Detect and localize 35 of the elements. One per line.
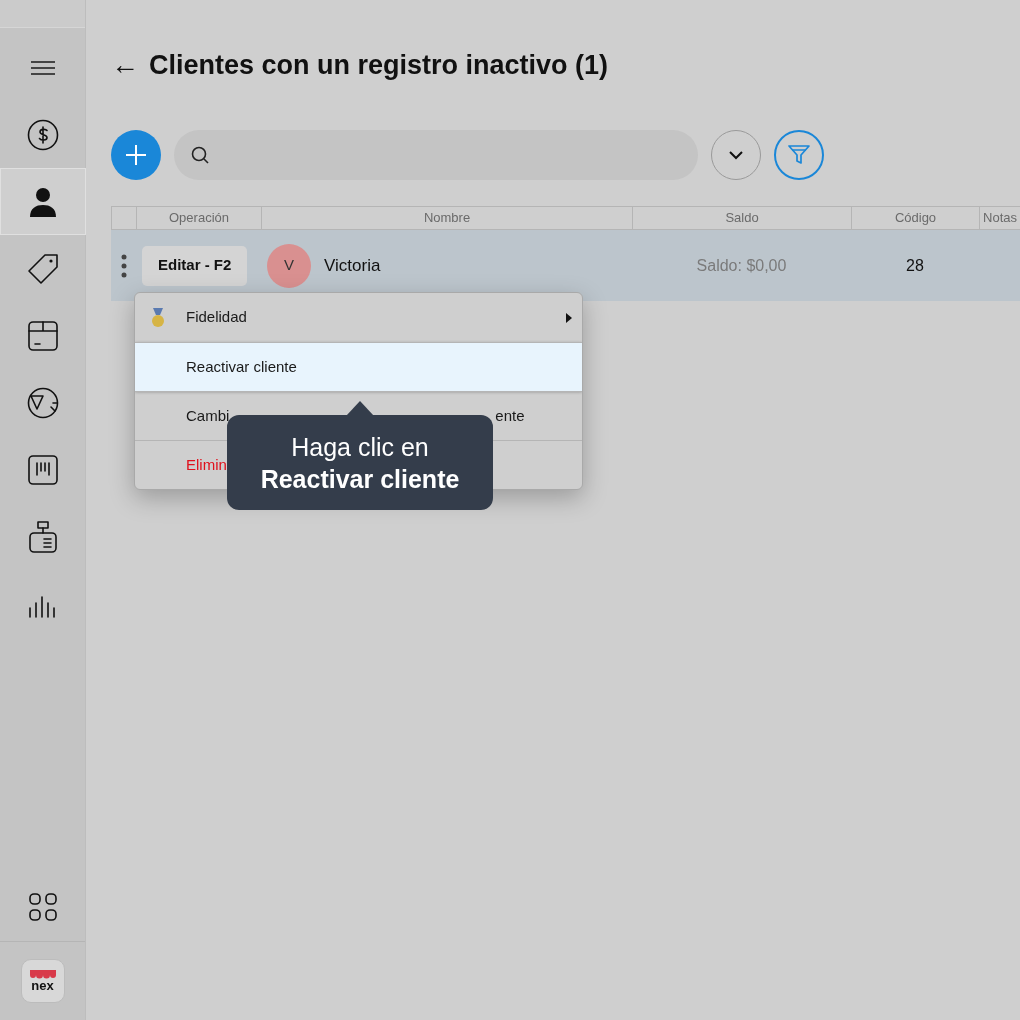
balance-text: Saldo: $0,00 [696,255,787,276]
search-field[interactable] [174,130,698,180]
avatar: V [267,243,311,288]
plus-icon [125,144,147,166]
column-header[interactable]: Código [894,208,937,228]
column-header[interactable]: Saldo [725,208,759,228]
tag-icon[interactable] [26,252,59,285]
column-header[interactable]: Operación [169,208,229,228]
app-logo[interactable]: nex [20,959,65,1003]
edit-button[interactable]: Editar - F2 [142,245,248,286]
search-icon [191,146,209,164]
box-icon[interactable] [27,320,58,351]
table-row[interactable]: Editar - F2 V Victoria Saldo: $0,00 28 [111,230,1020,301]
globe-icon[interactable] [26,386,59,419]
column-header[interactable]: Nombre [423,208,471,228]
menu-item[interactable]: Reactivar cliente [135,342,582,391]
medal-icon [150,307,166,328]
barcode-icon[interactable] [27,454,58,485]
column-header[interactable]: Notas [983,208,1017,228]
chevron-down-icon [728,150,744,160]
apps-icon[interactable] [27,891,58,922]
person-icon[interactable] [29,185,57,218]
code-text: 28 [906,255,924,276]
dollar-icon[interactable] [26,118,59,151]
customer-name: Victoria [324,254,381,277]
back-arrow[interactable]: ← [111,51,139,79]
cash-register-icon[interactable] [27,520,58,553]
tooltip-text: Haga clic en [291,431,429,463]
filter-icon [787,143,811,167]
more-icon[interactable] [120,253,127,278]
add-button[interactable] [111,130,161,180]
tooltip-text: Reactivar cliente [260,463,460,495]
page-title: Clientes con un registro inactivo (1) [149,48,609,82]
menu-icon[interactable] [29,59,56,76]
caret-right-icon [566,312,572,323]
